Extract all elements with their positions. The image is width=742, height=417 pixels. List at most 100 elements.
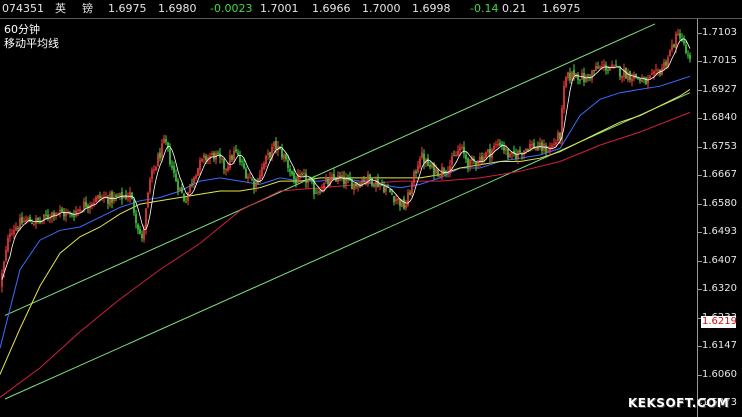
candle-body	[37, 217, 39, 221]
chart-caption: 60分钟 移动平均线	[4, 23, 59, 51]
candle-body	[5, 250, 7, 261]
candle-body	[307, 180, 309, 183]
candle-body	[191, 183, 193, 185]
candle-body	[285, 154, 287, 160]
candle-body	[579, 79, 581, 81]
price-tick-mark	[698, 203, 702, 205]
candle-body	[567, 72, 569, 78]
candle-body	[545, 145, 547, 153]
candle-body	[351, 180, 353, 190]
candle-body	[197, 168, 199, 176]
candle-body	[225, 169, 227, 171]
candle-body	[457, 150, 459, 156]
candle-body	[563, 86, 565, 109]
candle-body	[173, 166, 175, 173]
candle-body	[55, 213, 57, 215]
candle-body	[317, 191, 319, 193]
candle-body	[65, 212, 67, 217]
candle-body	[97, 195, 99, 199]
candle-body	[135, 213, 137, 223]
candle-body	[429, 165, 431, 167]
candle-body	[499, 142, 501, 146]
candle-body	[85, 201, 87, 207]
candle-body	[35, 218, 37, 224]
candle-body	[269, 152, 271, 158]
candle-body	[273, 142, 275, 147]
candle-body	[111, 191, 113, 203]
candle-body	[679, 33, 681, 39]
candle-body	[287, 160, 289, 168]
candle-body	[539, 143, 541, 148]
candle-body	[651, 73, 653, 75]
price-tick-mark	[698, 175, 702, 177]
candle-body	[397, 198, 399, 201]
candle-body	[299, 174, 301, 176]
watermark-text: KEKSOFT.COM	[628, 396, 730, 410]
price-tick-mark	[698, 260, 702, 262]
candle-body	[593, 70, 595, 72]
candle-body	[605, 64, 607, 71]
candle-body	[385, 187, 387, 192]
candle-body	[265, 155, 267, 165]
candle-body	[125, 194, 127, 199]
quote-field-1: 1.6975	[108, 2, 147, 15]
candle-body	[549, 147, 551, 151]
price-tick-mark	[698, 32, 702, 34]
candle-body	[11, 233, 13, 235]
quote-field-7: 1.6998	[412, 2, 451, 15]
channel-line-1	[4, 23, 656, 316]
quote-code: 074351	[2, 2, 44, 15]
candle-body	[685, 45, 687, 53]
candle-body	[185, 201, 187, 203]
price-tick-label: 1.6927	[702, 83, 737, 95]
price-tick-mark	[698, 232, 702, 234]
candle-body	[547, 150, 549, 152]
candle-body	[223, 158, 225, 170]
candle-body	[417, 165, 419, 173]
candle-body	[419, 158, 421, 168]
candle-body	[45, 214, 47, 216]
candle-body	[365, 180, 367, 183]
candle-body	[585, 75, 587, 83]
candle-body	[487, 149, 489, 153]
candle-body	[195, 175, 197, 179]
candle-body	[673, 44, 675, 47]
candle-body	[77, 209, 79, 211]
candle-body	[255, 181, 257, 187]
price-tick-mark	[698, 89, 702, 91]
candle-body	[689, 55, 691, 60]
candle-body	[13, 230, 15, 234]
candle-body	[319, 191, 321, 193]
candle-body	[121, 191, 123, 200]
candle-body	[421, 152, 423, 158]
candle-body	[27, 218, 29, 221]
candle-body	[475, 162, 477, 166]
candle-body	[495, 144, 497, 146]
price-tick-mark	[698, 289, 702, 291]
candle-body	[613, 65, 615, 67]
price-tick-label: 1.6147	[702, 340, 737, 352]
candle-body	[477, 163, 479, 165]
quote-name-1: 英	[55, 2, 66, 15]
price-tick-label: 1.6320	[702, 283, 737, 295]
candle-body	[453, 155, 455, 157]
candle-body	[229, 155, 231, 168]
candle-body	[465, 154, 467, 160]
candle-body	[145, 208, 147, 229]
price-tick-label: 1.6840	[702, 112, 737, 124]
candle-body	[653, 71, 655, 74]
candle-body	[641, 79, 643, 83]
candle-body	[149, 179, 151, 192]
candle-body	[217, 152, 219, 154]
period-label: 60分钟	[4, 23, 40, 36]
candle-body	[21, 217, 23, 224]
candle-body	[221, 158, 223, 160]
candle-body	[253, 180, 255, 189]
candle-body	[423, 153, 425, 164]
candle-body	[507, 149, 509, 158]
candle-body	[597, 66, 599, 69]
candle-body	[127, 196, 129, 198]
candlestick-chart	[0, 23, 691, 400]
candle-body	[525, 148, 527, 151]
candle-body	[607, 69, 609, 71]
